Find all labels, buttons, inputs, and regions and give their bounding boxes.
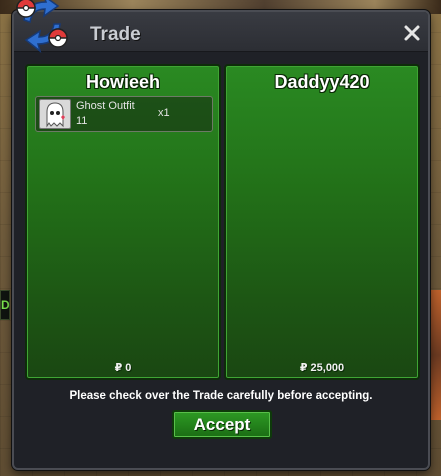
- hud-left-edge-label: D: [0, 290, 10, 320]
- trade-item-slot[interactable]: Ghost Outfit 11 x1: [35, 96, 213, 132]
- trade-exchange-icon: [10, 0, 74, 54]
- world-right-object: [431, 290, 441, 420]
- right-trade-panel: Daddyy420 ₽ 25,000: [224, 64, 420, 380]
- item-number: 11: [76, 115, 88, 127]
- window-title: Trade: [90, 24, 141, 45]
- trade-notice-text: Please check over the Trade carefully be…: [69, 390, 373, 402]
- right-money-amount: ₽ 25,000: [299, 362, 345, 374]
- trade-window: Trade Howieeh Ghost Outfit 11 x1 ₽ 0 Dad…: [12, 10, 430, 470]
- ghost-outfit-icon: [39, 99, 71, 129]
- item-name: Ghost Outfit: [76, 100, 135, 112]
- left-player-name: Howieeh: [85, 72, 160, 92]
- trade-titlebar[interactable]: Trade: [14, 12, 428, 52]
- close-icon[interactable]: [402, 23, 422, 43]
- left-money-amount: ₽ 0: [114, 362, 132, 374]
- item-count: x1: [158, 107, 170, 119]
- left-trade-panel: Howieeh Ghost Outfit 11 x1 ₽ 0: [25, 64, 221, 380]
- right-player-name: Daddyy420: [274, 72, 370, 92]
- accept-button[interactable]: Accept: [172, 410, 272, 439]
